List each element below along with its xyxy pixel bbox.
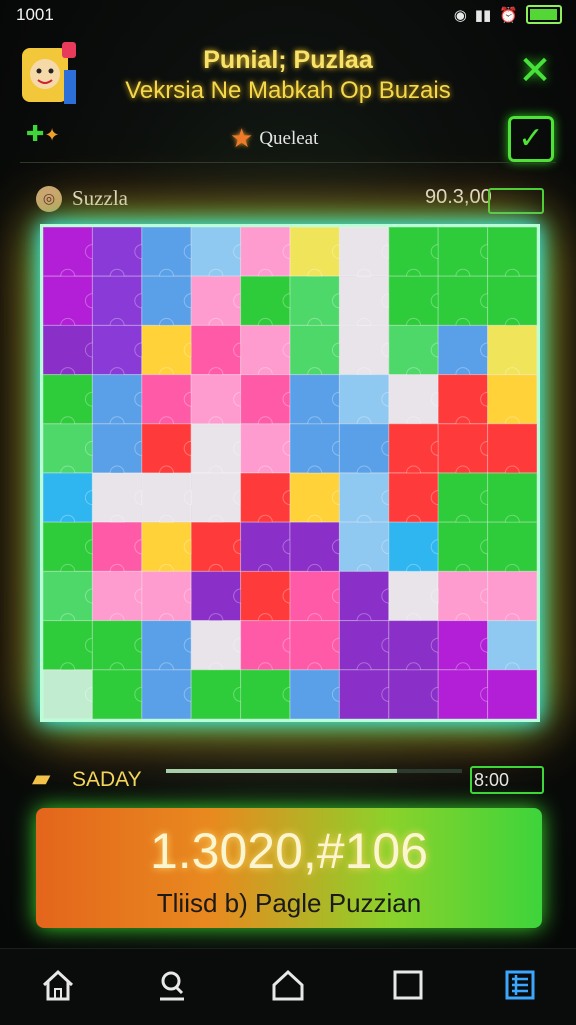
square-icon — [393, 970, 423, 1000]
home-icon — [42, 969, 74, 1001]
status-icons: ◉ ▮▮ ⏰ — [454, 5, 562, 24]
camera-icon: ◎ — [36, 186, 62, 212]
alarm-icon: ⏰ — [499, 5, 518, 24]
page-subtitle: Vekrsia Ne Mabkah Op Buzais — [125, 77, 451, 104]
session-label: SADAY — [72, 768, 142, 791]
nav-search[interactable] — [150, 967, 194, 1007]
puzzle-piece-icon: ✚ — [26, 122, 45, 147]
divider — [20, 162, 556, 163]
check-icon: ✓ — [518, 121, 544, 156]
score-box — [488, 188, 544, 214]
list-icon — [505, 970, 535, 1000]
bottom-nav — [0, 948, 576, 1025]
quest-label: Queleat — [259, 128, 319, 149]
quest-button[interactable]: ★ Queleat — [230, 124, 318, 154]
star-icon: ★ — [230, 124, 254, 154]
puzzle-score: 90.3,00 — [425, 186, 492, 208]
puzzle-menu-button[interactable]: ✚✦ — [26, 122, 60, 147]
nav-home[interactable] — [36, 967, 80, 1007]
score-card: 1.3020,#106 Tliisd b) Pagle Puzzian — [36, 808, 542, 928]
close-icon: ✕ — [518, 48, 552, 94]
close-button[interactable]: ✕ — [512, 48, 558, 94]
nav-square[interactable] — [386, 967, 430, 1007]
status-bar: 1001 ◉ ▮▮ ⏰ — [0, 0, 576, 30]
page-title: Punial; Puzlaa — [203, 46, 373, 74]
nav-list[interactable] — [498, 967, 542, 1007]
status-time: 1001 — [16, 5, 54, 24]
box-icon: ▰ — [32, 764, 51, 792]
timer: 8:00 — [470, 766, 544, 794]
puzzle-piece[interactable] — [487, 669, 537, 719]
puzzle-name: Suzzla — [72, 186, 128, 210]
house-outline-icon — [272, 969, 304, 1001]
wifi-icon: ◉ — [453, 5, 467, 24]
score-value: 1.3020,#106 — [149, 823, 429, 879]
score-subtitle: Tliisd b) Pagle Puzzian — [156, 888, 422, 918]
battery-icon — [526, 5, 562, 24]
puzzle-grid[interactable] — [43, 227, 537, 719]
signal-icon: ▮▮ — [474, 5, 492, 24]
progress-bar — [166, 769, 462, 773]
progress-fill — [166, 769, 397, 773]
puzzle-board[interactable] — [40, 224, 540, 722]
nav-house[interactable] — [266, 967, 310, 1007]
confirm-button[interactable]: ✓ — [508, 116, 554, 162]
key-icon: ✦ — [44, 125, 60, 146]
puzzle-search-icon — [160, 971, 184, 1001]
